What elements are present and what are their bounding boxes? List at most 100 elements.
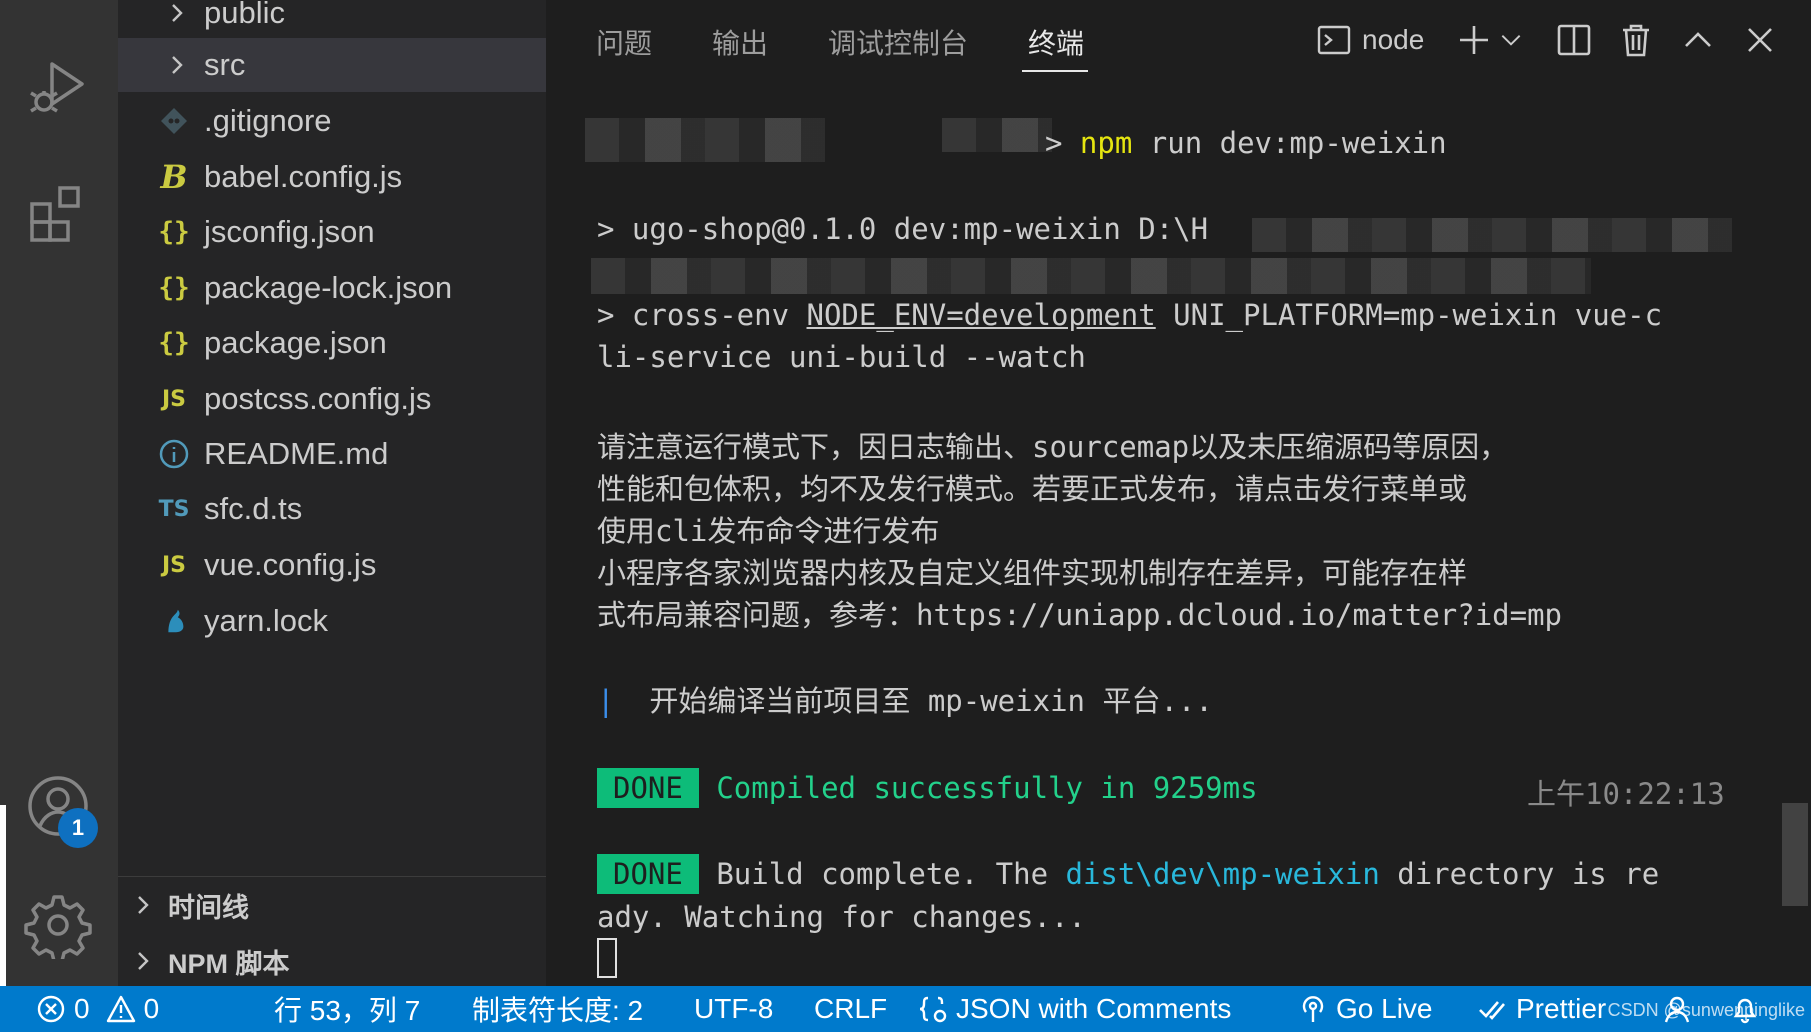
go-live-button[interactable]: Go Live (1298, 986, 1433, 1032)
terminal-scrollbar[interactable] (1782, 803, 1808, 906)
terminal-line: > cross-env NODE_ENV=development UNI_PLA… (597, 298, 1663, 332)
tree-item-label: README.md (204, 436, 389, 471)
warning-count: 0 (143, 993, 160, 1024)
chevron-up-icon (1685, 32, 1711, 47)
tab-terminal[interactable]: 终端 (1028, 22, 1084, 62)
section-divider (118, 876, 546, 877)
tree-item-label: sfc.d.ts (204, 491, 303, 526)
terminal-line: 性能和包体积，均不及发行模式。若要正式发布，请点击发行菜单或 (597, 472, 1468, 506)
prettier-status[interactable]: Prettier (1478, 986, 1606, 1032)
chevron-right-icon (166, 2, 188, 24)
terminal-line: > ugo-shop@0.1.0 dev:mp-weixin D:\H (597, 212, 1209, 246)
tree-file-jsconfig[interactable]: {} jsconfig.json (118, 205, 546, 259)
babel-file-icon: B (160, 158, 188, 196)
braces-icon (919, 996, 947, 1023)
close-panel-button[interactable] (1742, 20, 1778, 60)
broadcast-icon (1302, 996, 1324, 1022)
error-count: 0 (74, 993, 90, 1024)
terminal-select[interactable]: node (1316, 20, 1424, 60)
tree-file-sfc-d-ts[interactable]: TS sfc.d.ts (118, 482, 546, 536)
tree-folder-public[interactable]: public (118, 0, 546, 40)
settings-gear-icon[interactable] (22, 889, 94, 961)
tree-file-postcss-config[interactable]: JS postcss.config.js (118, 372, 546, 426)
terminal-cursor (597, 938, 617, 978)
line-ending[interactable]: CRLF (814, 986, 887, 1032)
terminal-timestamp: 上午10:22:13 (1527, 777, 1725, 811)
terminal-line: 式布局兼容问题，参考：https://uniapp.dcloud.io/matt… (597, 598, 1563, 632)
section-label: 时间线 (168, 892, 249, 923)
language-mode[interactable]: JSON with Comments (918, 986, 1231, 1032)
tree-file-gitignore[interactable]: .gitignore (118, 94, 546, 148)
tree-item-label: .gitignore (204, 103, 332, 138)
json-file-icon: {} (158, 217, 190, 247)
activity-bar: 1 (0, 0, 118, 986)
chevron-right-icon (132, 894, 154, 916)
terminal-line: | 开始编译当前项目至 mp-weixin 平台... (597, 684, 1213, 718)
watermark: CSDN @sunwenpinglike (1607, 1000, 1805, 1020)
tree-file-vue-config[interactable]: JS vue.config.js (118, 538, 546, 592)
run-debug-icon[interactable] (22, 52, 94, 124)
problems-status[interactable]: 0 0 (36, 986, 159, 1032)
split-icon (1557, 24, 1591, 56)
ts-file-icon: TS (158, 496, 190, 522)
tree-file-babel-config[interactable]: B babel.config.js (118, 150, 546, 204)
tab-size[interactable]: 制表符长度: 2 (472, 986, 643, 1032)
section-label: NPM 脚本 (168, 948, 290, 979)
tree-item-label: src (204, 47, 246, 82)
tree-file-yarn-lock[interactable]: yarn.lock (118, 594, 546, 648)
plus-icon (1460, 26, 1488, 54)
close-icon (1748, 28, 1772, 52)
new-terminal-button[interactable] (1456, 20, 1492, 60)
kill-terminal-button[interactable] (1618, 20, 1654, 60)
tab-debug-console[interactable]: 调试控制台 (828, 22, 968, 62)
terminal-line: 使用cli发布命令进行发布 (597, 514, 940, 548)
accounts-badge: 1 (58, 808, 98, 848)
redacted-block (942, 118, 1052, 152)
tree-item-label: vue.config.js (204, 547, 377, 582)
done-badge: DONE (597, 854, 699, 894)
npm-scripts-section-header[interactable]: NPM 脚本 (118, 934, 546, 988)
git-file-icon (154, 101, 194, 141)
encoding[interactable]: UTF-8 (694, 986, 773, 1032)
terminal-command-line: > npm run dev:mp-weixin (1045, 126, 1447, 160)
tab-problems[interactable]: 问题 (596, 22, 652, 62)
tree-item-label: yarn.lock (204, 603, 329, 638)
explorer-sidebar: public src .gitignore B babel.config.js … (118, 0, 546, 986)
done-badge: DONE (597, 768, 699, 808)
trash-icon (1623, 24, 1649, 57)
yarn-file-icon (154, 601, 194, 641)
terminal-line: DONE Compiled successfully in 9259ms (597, 768, 1258, 808)
tree-file-package-lock[interactable]: {} package-lock.json (118, 261, 546, 315)
terminal-line: DONE Build complete. The dist\dev\mp-wei… (597, 854, 1659, 894)
tree-file-readme[interactable]: README.md (118, 427, 546, 481)
active-tab-indicator (1022, 70, 1088, 72)
chevron-right-icon (166, 54, 188, 76)
json-file-icon: {} (158, 273, 190, 303)
warning-icon (106, 995, 135, 1023)
error-icon (37, 995, 65, 1023)
info-file-icon (154, 434, 194, 474)
js-file-icon: JS (161, 386, 187, 412)
tree-item-label: postcss.config.js (204, 381, 432, 416)
double-check-icon (1479, 1001, 1505, 1020)
extensions-icon[interactable] (22, 178, 94, 250)
tree-item-label: package-lock.json (204, 270, 453, 305)
tree-item-label: jsconfig.json (204, 214, 375, 249)
terminal-line: li-service uni-build --watch (597, 340, 1086, 374)
tree-item-label: babel.config.js (204, 159, 403, 194)
terminal-dropdown-button[interactable] (1498, 20, 1524, 60)
terminal-name: node (1362, 24, 1425, 55)
timeline-section-header[interactable]: 时间线 (118, 878, 546, 932)
tab-output[interactable]: 输出 (712, 22, 768, 62)
cursor-position[interactable]: 行 53，列 7 (274, 986, 420, 1032)
terminal-line: 请注意运行模式下，因日志输出、sourcemap以及未压缩源码等原因， (597, 430, 1509, 464)
terminal-line: ady. Watching for changes... (597, 900, 1086, 934)
maximize-panel-button[interactable] (1680, 20, 1716, 60)
tree-folder-src[interactable]: src (118, 38, 546, 92)
redacted-block (585, 118, 825, 162)
split-terminal-button[interactable] (1556, 20, 1592, 60)
js-file-icon: JS (161, 552, 187, 578)
terminal-line: 小程序各家浏览器内核及自定义组件实现机制存在差异，可能存在样 (597, 556, 1468, 590)
tree-file-package-json[interactable]: {} package.json (118, 316, 546, 370)
redacted-block (591, 258, 1591, 294)
